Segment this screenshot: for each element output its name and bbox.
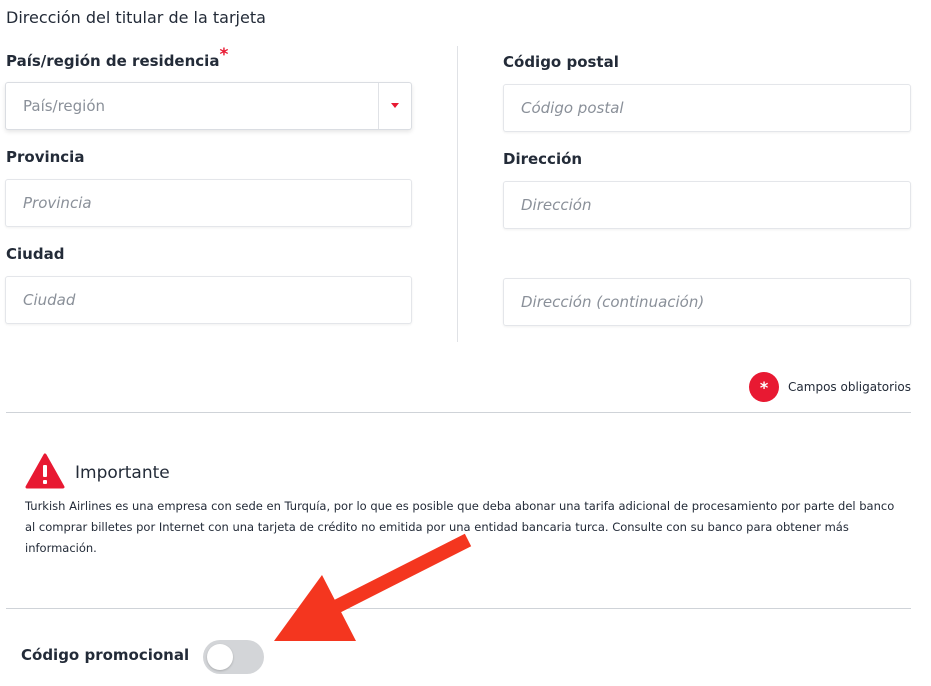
address-input[interactable]: Dirección (503, 181, 911, 229)
country-select-value: País/región (23, 97, 106, 115)
required-fields-note: * Campos obligatorios (749, 372, 911, 402)
warning-icon (25, 453, 65, 489)
chevron-down-icon[interactable] (391, 103, 399, 108)
address-continuation-input[interactable]: Dirección (continuación) (503, 278, 911, 326)
promo-code-label: Código promocional (21, 646, 190, 664)
address-label: Dirección (503, 150, 583, 168)
country-label-text: País/región de residencia (6, 52, 220, 70)
postal-code-input[interactable]: Código postal (503, 84, 911, 132)
divider (6, 412, 911, 413)
country-select[interactable]: País/región (5, 82, 412, 130)
province-label: Provincia (6, 148, 85, 166)
notice-title: Importante (75, 463, 170, 483)
select-divider (378, 83, 379, 129)
required-star: * (219, 45, 229, 65)
section-title: Dirección del titular de la tarjeta (6, 8, 266, 27)
city-label: Ciudad (6, 245, 65, 263)
toggle-knob[interactable] (207, 644, 233, 670)
annotation-arrow-icon (274, 533, 472, 641)
postal-code-label: Código postal (503, 53, 619, 71)
column-divider (457, 46, 458, 342)
required-fields-label: Campos obligatorios (788, 380, 911, 394)
city-input[interactable]: Ciudad (5, 276, 412, 324)
cardholder-address-form: Dirección del titular de la tarjeta País… (0, 0, 931, 686)
asterisk-icon: * (749, 372, 780, 402)
province-input[interactable]: Provincia (5, 179, 412, 227)
promo-code-toggle[interactable] (203, 640, 264, 674)
country-label: País/región de residencia* (6, 45, 228, 71)
